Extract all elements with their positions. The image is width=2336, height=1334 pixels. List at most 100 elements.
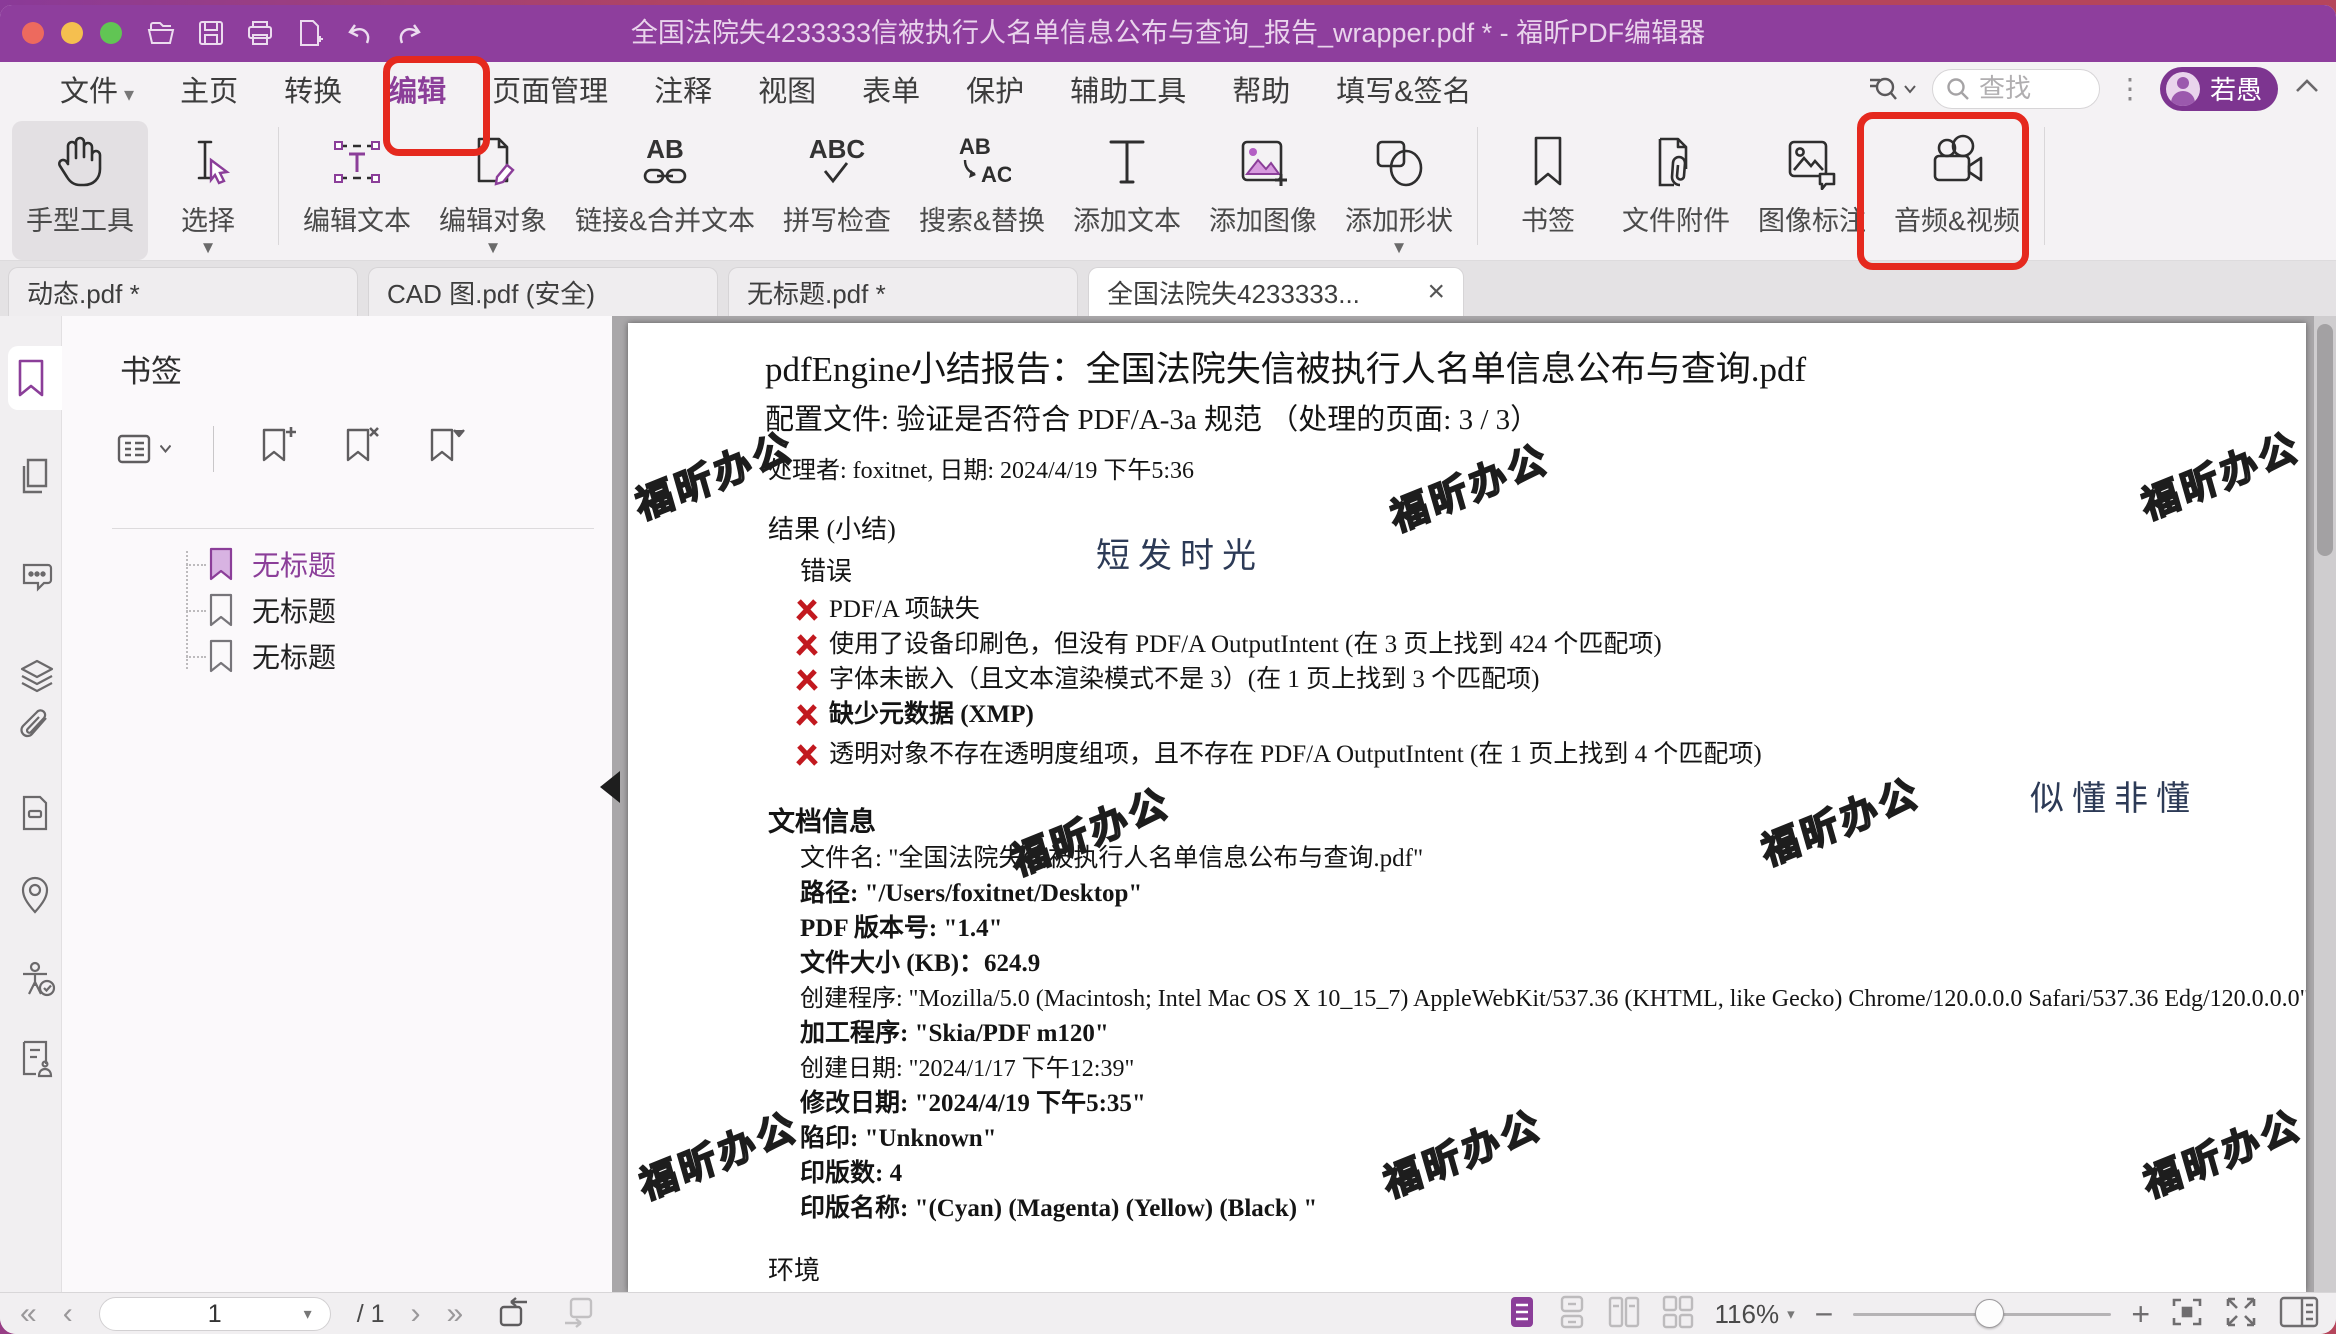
zoom-slider[interactable] (1853, 1297, 2111, 1331)
view-continuous-icon[interactable] (1507, 1294, 1537, 1334)
menu-view[interactable]: 视图 (758, 68, 816, 110)
bookmark-item[interactable]: 无标题 (120, 633, 602, 679)
tab-active-document[interactable]: 全国法院失4233333... × (1088, 267, 1464, 316)
panel-tab-places[interactable] (10, 864, 62, 928)
add-image-icon (1235, 129, 1291, 195)
view-two-page-icon[interactable] (1607, 1294, 1641, 1334)
menu-home[interactable]: 主页 (180, 68, 238, 110)
add-text-icon (1105, 129, 1149, 195)
zoom-out-icon[interactable]: − (1815, 1298, 1834, 1330)
panel-tab-accessibility[interactable] (10, 948, 62, 1012)
page-number-input[interactable]: 1 ▾ (99, 1297, 331, 1331)
menu-help[interactable]: 帮助 (1232, 68, 1290, 110)
last-page-icon[interactable]: » (446, 1299, 463, 1329)
panel-tab-destinations[interactable] (10, 781, 62, 845)
scrollbar-thumb[interactable] (2317, 324, 2333, 556)
chevron-down-icon[interactable]: ▼ (1391, 238, 1408, 260)
hand-icon (54, 129, 106, 195)
add-image-button[interactable]: 添加图像 (1195, 121, 1331, 260)
panel-tab-fields[interactable] (10, 1026, 62, 1090)
select-tool-button[interactable]: 选择 ▼ (148, 121, 268, 260)
previous-view-icon[interactable] (495, 1295, 533, 1334)
tab-dongtai[interactable]: 动态.pdf * (8, 267, 358, 316)
search-icon (1945, 76, 1971, 102)
menu-form[interactable]: 表单 (862, 68, 920, 110)
search-box[interactable] (1932, 69, 2100, 109)
zoom-slider-thumb[interactable] (1975, 1299, 2004, 1328)
menu-file[interactable]: 文件▾ (60, 68, 134, 110)
next-page-icon[interactable]: › (410, 1299, 420, 1329)
fullscreen-icon[interactable] (2224, 1295, 2258, 1334)
image-annotation-icon (1784, 129, 1840, 195)
error-item: PDF/A 项缺失 (628, 596, 2306, 624)
chevron-down-icon: ▾ (124, 84, 134, 106)
zoom-in-icon[interactable]: + (2131, 1298, 2150, 1330)
panel-tab-bookmarks[interactable] (8, 346, 62, 410)
spell-check-icon: ABC (809, 129, 865, 195)
previous-page-icon[interactable]: ‹ (63, 1299, 73, 1329)
bookmark-options-icon[interactable] (114, 429, 171, 469)
toggle-right-panel-icon[interactable] (2278, 1294, 2320, 1334)
bookmark-item[interactable]: 无标题 (120, 541, 602, 587)
menu-page-management[interactable]: 页面管理 (492, 68, 608, 110)
chevron-down-icon[interactable]: ▼ (485, 238, 502, 260)
menu-accessibility[interactable]: 辅助工具 (1070, 68, 1186, 110)
panel-title: 书签 (120, 346, 182, 391)
tab-cad[interactable]: CAD 图.pdf (安全) (368, 267, 718, 316)
next-view-icon[interactable] (559, 1295, 597, 1334)
annotation-box-edit-menu (383, 56, 490, 156)
menu-convert[interactable]: 转换 (284, 68, 342, 110)
watermark: 似懂非懂 (2030, 771, 2198, 820)
foxit-pdf-editor-window: 全国法院失4233333信被执行人名单信息公布与查询_报告_wrapper.pd… (0, 5, 2336, 1334)
bookmark-icon (208, 547, 234, 581)
bookmark-button[interactable]: 书签 (1488, 121, 1608, 260)
document-viewport[interactable]: pdfEngine小结报告：全国法院失信被执行人名单信息公布与查询.pdf 配置… (612, 316, 2336, 1292)
error-cross-icon (795, 598, 819, 622)
collapse-toolbar-icon[interactable] (2294, 77, 2320, 100)
vertical-scrollbar[interactable] (2314, 316, 2336, 1292)
panel-tab-comments[interactable] (10, 546, 62, 610)
panel-tab-pages[interactable] (10, 444, 62, 508)
first-page-icon[interactable]: « (20, 1299, 37, 1329)
more-options-icon[interactable]: ⋮ (2116, 72, 2144, 105)
spell-check-button[interactable]: ABC 拼写检查 (769, 121, 905, 260)
bookmark-icon (208, 639, 234, 673)
menu-comment[interactable]: 注释 (654, 68, 712, 110)
menu-protect[interactable]: 保护 (966, 68, 1024, 110)
delete-bookmark-icon[interactable] (340, 424, 382, 473)
view-two-page-scroll-icon[interactable] (1661, 1294, 1695, 1334)
tab-untitled[interactable]: 无标题.pdf * (728, 267, 1078, 316)
add-bookmark-icon[interactable] (256, 424, 298, 473)
bookmark-tree: 无标题 无标题 无标题 (120, 541, 602, 679)
search-input[interactable] (1979, 73, 2079, 104)
menu-fill-sign[interactable]: 填写&签名 (1336, 68, 1471, 110)
search-replace-button[interactable]: ABAC 搜索&替换 (905, 121, 1059, 260)
avatar (2166, 72, 2200, 106)
panel-tab-attachments[interactable] (10, 696, 62, 760)
titlebar: 全国法院失4233333信被执行人名单信息公布与查询_报告_wrapper.pd… (0, 5, 2336, 62)
add-text-button[interactable]: 添加文本 (1059, 121, 1195, 260)
user-account-button[interactable]: 若愚 (2160, 67, 2278, 111)
watermark: 短发时光 (1096, 528, 1264, 577)
link-join-text-button[interactable]: AB 链接&合并文本 (561, 121, 769, 260)
fit-page-icon[interactable] (2170, 1295, 2204, 1334)
result-heading: 结果 (小结) (628, 513, 2306, 547)
bookmark-icon (1528, 129, 1568, 195)
svg-text:AB: AB (959, 134, 991, 159)
error-cross-icon (795, 633, 819, 657)
pdf-page: pdfEngine小结报告：全国法院失信被执行人名单信息公布与查询.pdf 配置… (628, 323, 2306, 1292)
bookmark-more-icon[interactable] (424, 424, 466, 473)
zoom-level-dropdown[interactable]: 116% ▾ (1715, 1299, 1795, 1330)
error-item: 缺少元数据 (XMP) (628, 701, 2306, 729)
chevron-down-icon[interactable]: ▼ (200, 238, 217, 260)
view-single-page-icon[interactable] (1557, 1294, 1587, 1334)
file-attachment-button[interactable]: 文件附件 (1608, 121, 1744, 260)
chevron-down-icon: ▾ (304, 1304, 312, 1324)
bookmark-item[interactable]: 无标题 (120, 587, 602, 633)
add-shape-button[interactable]: 添加形状 ▼ (1331, 121, 1467, 260)
error-item: 透明对象不存在透明度组项，且不存在 PDF/A OutputIntent (在 … (628, 741, 2306, 769)
advanced-search-icon[interactable] (1866, 72, 1916, 106)
collapse-panel-handle[interactable] (600, 771, 620, 803)
close-tab-icon[interactable]: × (1427, 275, 1445, 309)
hand-tool-button[interactable]: 手型工具 (12, 121, 148, 260)
